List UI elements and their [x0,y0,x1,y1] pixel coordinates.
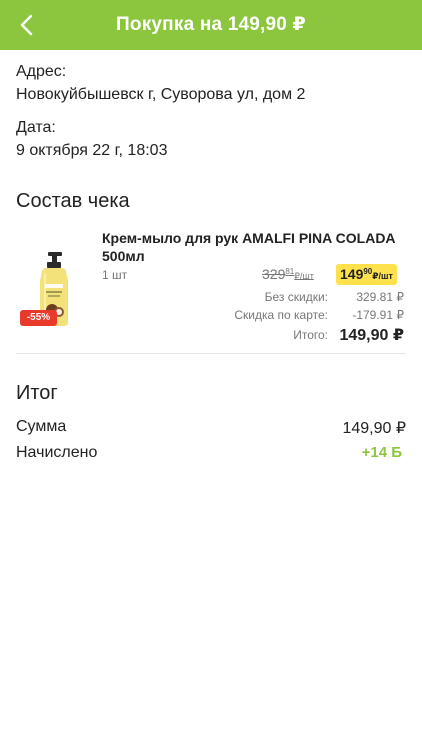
date-label: Дата: [16,119,56,136]
composition-title: Состав чека [16,190,130,212]
old-price-main: 329 [262,266,286,282]
old-price-cents: 81 [285,267,295,276]
new-price-cents: 90 [363,267,373,276]
date-value: 9 октября 22 г, 18:03 [16,142,168,159]
new-price-main: 149 [340,266,364,282]
item-total-label: Итого: [293,328,328,342]
discount-badge: -55% [20,310,57,326]
accrued-label: Начислено [16,444,98,461]
top-bar: Покупка на 149,90 ₽ [0,0,422,50]
address-value: Новокуйбышевск г, Суворова ул, дом 2 [16,86,306,103]
page-title: Покупка на 149,90 ₽ [116,14,306,35]
address-label: Адрес: [16,63,67,80]
old-price: 32981₽/шт [262,266,314,282]
sum-value: 149,90 ₽ [342,420,406,437]
accrued-value: +14 Б [361,444,402,461]
old-price-unit: ₽/шт [294,271,314,281]
divider [16,353,406,354]
no-discount-value: 329.81 ₽ [356,290,404,304]
card-discount-label: Скидка по карте: [234,308,328,322]
summary-title: Итог [16,382,58,404]
new-price-unit: ₽/шт [372,271,393,281]
item-total-value: 149,90 ₽ [339,327,404,344]
sum-label: Сумма [16,418,67,435]
new-price-badge: 14990₽/шт [336,264,397,285]
product-name: Крем-мыло для рук AMALFI PINA COLADA 500… [102,230,396,264]
card-discount-value: -179.91 ₽ [352,308,404,322]
no-discount-label: Без скидки: [264,290,328,304]
product-quantity: 1 шт [102,268,128,282]
